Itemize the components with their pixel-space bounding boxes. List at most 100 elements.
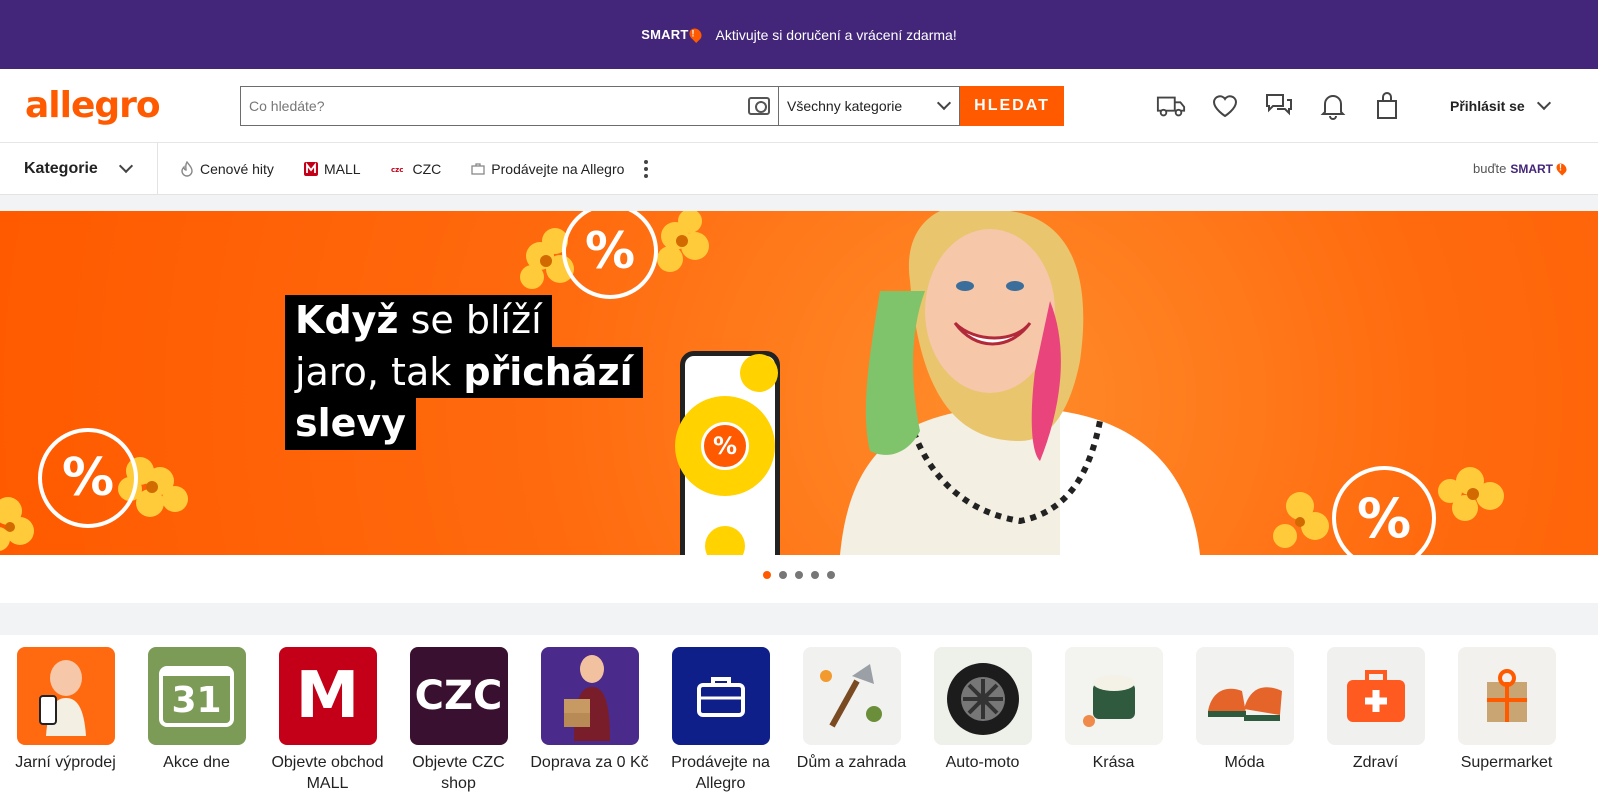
nav-link-czc[interactable]: czc CZC <box>391 161 442 177</box>
mall-logo-icon <box>303 161 318 176</box>
percent-symbol: % <box>712 432 738 460</box>
camera-icon[interactable] <box>748 96 770 115</box>
percent-symbol: % <box>584 222 636 280</box>
percent-symbol: % <box>1356 486 1412 550</box>
search-bar: Všechny kategorie HLEDAT <box>240 85 1064 126</box>
tile-mall[interactable]: M Objevte obchod MALL <box>262 647 393 812</box>
smart-drop-icon <box>687 26 705 43</box>
categories-label: Kategorie <box>24 159 98 177</box>
become-smart-prefix: buďte <box>1473 161 1507 176</box>
category-tile-image <box>671 647 770 745</box>
category-tile-image <box>540 647 639 745</box>
search-field[interactable] <box>240 85 778 126</box>
category-tile-label: Auto-moto <box>945 754 1020 771</box>
more-options-icon[interactable] <box>644 159 649 178</box>
category-tile-label: Móda <box>1224 754 1265 771</box>
category-tile-image <box>802 647 901 745</box>
category-tile-label: Doprava za 0 Kč <box>530 754 649 771</box>
search-input[interactable] <box>249 97 748 114</box>
delivery-truck-icon[interactable] <box>1156 91 1186 121</box>
carousel-dot[interactable] <box>827 571 835 579</box>
percent-circle: % <box>38 428 138 528</box>
category-tile-image <box>1457 647 1556 745</box>
carousel-dot[interactable] <box>779 571 787 579</box>
category-tile-glyph: CZC <box>414 673 503 719</box>
headline-bold: přichází <box>463 349 633 394</box>
become-smart-link[interactable]: buďte SMART <box>1473 161 1569 176</box>
woman-illustration <box>840 211 1200 555</box>
tile-home-garden[interactable]: Dům a zahrada <box>786 647 917 812</box>
login-menu[interactable]: Přihlásit se <box>1450 95 1551 114</box>
carousel-dot[interactable] <box>795 571 803 579</box>
headline-bold: slevy <box>295 401 406 446</box>
nav-link-label: MALL <box>323 160 361 177</box>
category-tile-label: Supermarket <box>1460 754 1553 771</box>
tile-beauty[interactable]: Krása <box>1048 647 1179 812</box>
category-tile-label: Prodávejte na Allegro <box>671 754 770 792</box>
tile-health[interactable]: Zdraví <box>1310 647 1441 812</box>
tile-spring-sale[interactable]: Jarní výprodej <box>0 647 131 812</box>
categories-menu[interactable]: Kategorie <box>0 143 158 194</box>
headline-text: jaro, tak <box>295 349 464 394</box>
flame-icon <box>181 160 193 177</box>
tile-auto-moto[interactable]: Auto-moto <box>917 647 1048 812</box>
carousel-dot[interactable] <box>763 571 771 579</box>
nav-link-label: Cenové hity <box>200 160 274 177</box>
smart-brand-text: SMART <box>1510 161 1553 176</box>
tile-czc[interactable]: CZC Objevte CZC shop <box>393 647 524 812</box>
category-tile-label: Krása <box>1092 754 1135 771</box>
tile-supermarket[interactable]: Supermarket <box>1441 647 1572 812</box>
category-tile-glyph: M <box>295 659 360 733</box>
category-tiles: Jarní výprodej 31 Akce dne M Objevte obchod … <box>0 635 1598 812</box>
category-tile-label: Dům a zahrada <box>796 754 907 771</box>
nav-link-sell[interactable]: Prodávejte na Allegro <box>471 161 624 177</box>
heart-icon[interactable] <box>1210 91 1240 121</box>
category-tile-image: M <box>278 647 377 745</box>
smart-brand-text: SMART <box>641 27 689 42</box>
carousel-dots <box>0 555 1598 579</box>
category-select[interactable]: Všechny kategorie <box>778 85 960 126</box>
category-tile-image <box>1064 647 1163 745</box>
category-tile-label: Jarní výprodej <box>15 754 116 771</box>
category-select-value: Všechny kategorie <box>787 97 903 114</box>
promo-bar[interactable]: SMART Aktivujte si doručení a vrácení zd… <box>0 0 1598 69</box>
category-tile-glyph: 31 <box>159 665 234 727</box>
tile-free-shipping[interactable]: Doprava za 0 Kč <box>524 647 655 812</box>
smart-drop-icon <box>1554 161 1569 176</box>
percent-symbol: % <box>61 448 115 508</box>
headline-bold: Když <box>295 298 399 342</box>
tile-fashion[interactable]: Móda <box>1179 647 1310 812</box>
carousel-dot[interactable] <box>811 571 819 579</box>
chevron-down-icon <box>936 95 952 111</box>
search-button[interactable]: HLEDAT <box>960 85 1064 126</box>
briefcase-icon <box>471 162 485 175</box>
category-tile-label: Objevte obchod MALL <box>271 754 384 792</box>
category-tile-image: 31 <box>147 647 246 745</box>
allegro-logo[interactable]: allegro <box>25 85 240 126</box>
login-label: Přihlásit se <box>1450 97 1525 114</box>
nav-links: Cenové hity MALL czc CZC Prodávejte na A… <box>158 159 649 178</box>
shopping-bag-icon[interactable] <box>1372 91 1402 121</box>
nav-link-price-hits[interactable]: Cenové hity <box>180 160 274 177</box>
category-tile-image: CZC <box>409 647 508 745</box>
category-tile-image <box>933 647 1032 745</box>
category-tile-label: Objevte CZC shop <box>412 754 505 792</box>
hero-banner-section: % % % % Když se blíží jaro, tak přichází… <box>0 211 1598 603</box>
chevron-down-icon <box>1536 95 1551 111</box>
phone-illustration: % <box>675 351 780 555</box>
bell-icon[interactable] <box>1318 91 1348 121</box>
promo-text: Aktivujte si doručení a vrácení zdarma! <box>715 26 957 43</box>
czc-logo-icon: czc <box>391 166 403 174</box>
category-tile-image <box>16 647 115 745</box>
category-tile-label: Zdraví <box>1352 754 1399 771</box>
nav-link-label: Prodávejte na Allegro <box>491 160 625 177</box>
headline-text: se blíží <box>398 298 542 342</box>
banner-headline: Když se blíží jaro, tak přichází slevy <box>285 295 643 451</box>
messages-icon[interactable] <box>1264 91 1294 121</box>
header: allegro Všechny kategorie HLEDAT Přihlás… <box>0 69 1598 143</box>
nav-link-mall[interactable]: MALL <box>303 160 361 177</box>
nav-link-label: CZC <box>412 160 442 177</box>
tile-deals-of-day[interactable]: 31 Akce dne <box>131 647 262 812</box>
hero-banner[interactable]: % % % % Když se blíží jaro, tak přichází… <box>0 211 1598 555</box>
tile-sell-on-allegro[interactable]: Prodávejte na Allegro <box>655 647 786 812</box>
